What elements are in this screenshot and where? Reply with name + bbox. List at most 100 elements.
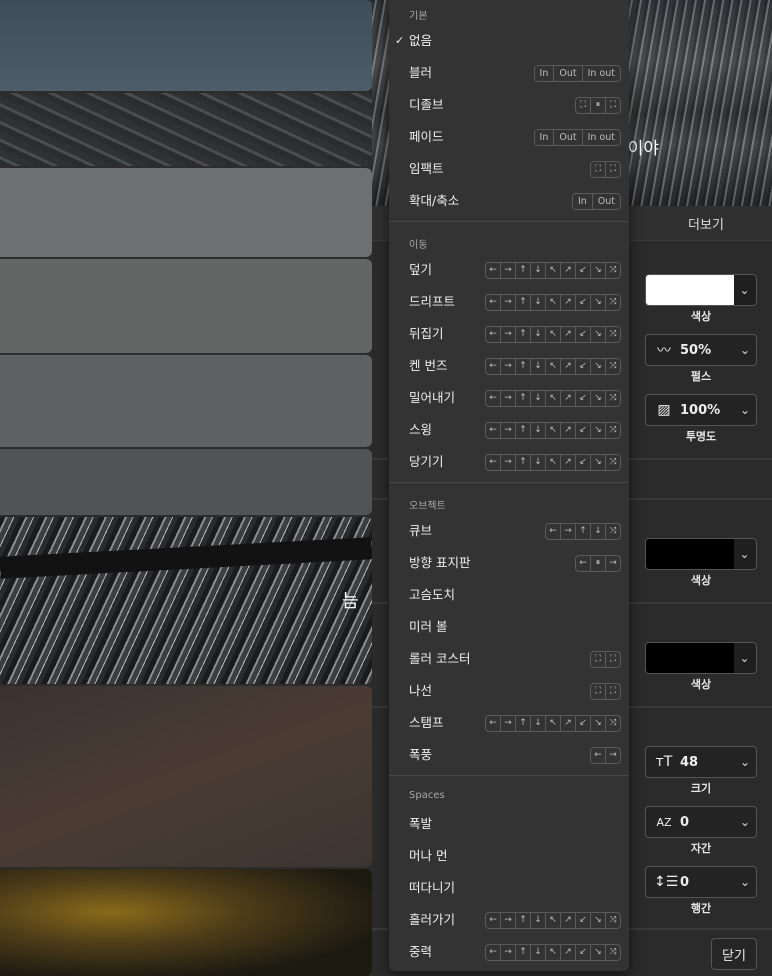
shuffle-icon[interactable]: ⤨ bbox=[605, 913, 620, 928]
variant-button[interactable]: In out bbox=[581, 130, 620, 145]
arrow-left-icon[interactable]: ← bbox=[486, 327, 500, 342]
arrow-up-icon[interactable]: ↑ bbox=[515, 423, 530, 438]
menu-item[interactable]: 폭풍 ← → bbox=[389, 739, 629, 771]
shuffle-icon[interactable]: ⤨ bbox=[605, 327, 620, 342]
pause-icon[interactable]: ⏸ bbox=[590, 556, 605, 571]
menu-item[interactable]: 켄 번즈 ← → ↑ ↓ ↖ ↗ ↙ ↘ ⤨ bbox=[389, 350, 629, 382]
menu-item[interactable]: 덮기 ← → ↑ ↓ ↖ ↗ ↙ ↘ ⤨ bbox=[389, 254, 629, 286]
menu-item[interactable]: 머나 먼 bbox=[389, 840, 629, 872]
arrow-up-icon[interactable]: ↑ bbox=[515, 945, 530, 960]
arrow-up-left-icon[interactable]: ↖ bbox=[545, 716, 560, 731]
arrow-left-icon[interactable]: ← bbox=[576, 556, 590, 571]
arrow-up-icon[interactable]: ↑ bbox=[515, 391, 530, 406]
menu-item[interactable]: 큐브 ← → ↑ ↓ ⤨ bbox=[389, 515, 629, 547]
expand-icon[interactable]: ⛶ bbox=[591, 652, 605, 667]
arrow-up-left-icon[interactable]: ↖ bbox=[545, 945, 560, 960]
arrow-up-right-icon[interactable]: ↗ bbox=[560, 391, 575, 406]
arrow-up-right-icon[interactable]: ↗ bbox=[560, 455, 575, 470]
menu-item[interactable]: 스탬프 ← → ↑ ↓ ↖ ↗ ↙ ↘ ⤨ bbox=[389, 707, 629, 739]
slide-thumb-7[interactable]: 늠 bbox=[0, 517, 372, 684]
menu-item[interactable]: 고슴도치 bbox=[389, 579, 629, 611]
color-picker-1[interactable]: ⌄ bbox=[645, 274, 757, 306]
shuffle-icon[interactable]: ⤨ bbox=[605, 391, 620, 406]
tab-more[interactable]: 더보기 bbox=[640, 206, 772, 240]
menu-item[interactable]: 나선 ⛶ ⛶ bbox=[389, 675, 629, 707]
menu-item[interactable]: 떠다니기 bbox=[389, 872, 629, 904]
arrow-up-right-icon[interactable]: ↗ bbox=[560, 913, 575, 928]
arrow-right-icon[interactable]: → bbox=[560, 524, 575, 539]
menu-item[interactable]: 페이드 In Out In out bbox=[389, 121, 629, 153]
arrow-right-icon[interactable]: → bbox=[500, 455, 515, 470]
arrow-down-left-icon[interactable]: ↙ bbox=[575, 327, 590, 342]
arrow-up-left-icon[interactable]: ↖ bbox=[545, 263, 560, 278]
arrow-left-icon[interactable]: ← bbox=[486, 945, 500, 960]
arrow-down-right-icon[interactable]: ↘ bbox=[590, 423, 605, 438]
variant-button[interactable]: In bbox=[535, 130, 554, 145]
arrow-up-right-icon[interactable]: ↗ bbox=[560, 945, 575, 960]
arrow-up-left-icon[interactable]: ↖ bbox=[545, 327, 560, 342]
arrow-down-icon[interactable]: ↓ bbox=[530, 263, 545, 278]
arrow-up-right-icon[interactable]: ↗ bbox=[560, 263, 575, 278]
arrow-right-icon[interactable]: → bbox=[500, 391, 515, 406]
arrow-up-left-icon[interactable]: ↖ bbox=[545, 455, 560, 470]
arrow-down-left-icon[interactable]: ↙ bbox=[575, 391, 590, 406]
arrow-left-icon[interactable]: ← bbox=[486, 423, 500, 438]
menu-item[interactable]: 방향 표지판 ← ⏸ → bbox=[389, 547, 629, 579]
shuffle-icon[interactable]: ⤨ bbox=[605, 945, 620, 960]
arrow-down-right-icon[interactable]: ↘ bbox=[590, 716, 605, 731]
shuffle-icon[interactable]: ⤨ bbox=[605, 423, 620, 438]
arrow-right-icon[interactable]: → bbox=[605, 748, 620, 763]
arrow-up-left-icon[interactable]: ↖ bbox=[545, 295, 560, 310]
menu-item[interactable]: ✓ 없음 bbox=[389, 25, 629, 57]
menu-item[interactable]: 임팩트 ⛶ ⛶ bbox=[389, 153, 629, 185]
menu-item[interactable]: 롤러 코스터 ⛶ ⛶ bbox=[389, 643, 629, 675]
arrow-up-left-icon[interactable]: ↖ bbox=[545, 359, 560, 374]
arrow-down-icon[interactable]: ↓ bbox=[530, 391, 545, 406]
arrow-left-icon[interactable]: ← bbox=[486, 391, 500, 406]
expand-icon[interactable]: ⛶ bbox=[605, 684, 620, 699]
slide-thumb-1[interactable] bbox=[0, 0, 372, 91]
arrow-up-icon[interactable]: ↑ bbox=[515, 359, 530, 374]
slide-thumb-8[interactable] bbox=[0, 686, 372, 867]
arrow-left-icon[interactable]: ← bbox=[486, 913, 500, 928]
arrow-up-right-icon[interactable]: ↗ bbox=[560, 327, 575, 342]
menu-item[interactable]: 확대/축소 In Out bbox=[389, 185, 629, 217]
pause-icon[interactable]: ⏸ bbox=[590, 98, 605, 113]
arrow-down-icon[interactable]: ↓ bbox=[590, 524, 605, 539]
arrow-down-icon[interactable]: ↓ bbox=[530, 716, 545, 731]
arrow-up-right-icon[interactable]: ↗ bbox=[560, 359, 575, 374]
shuffle-icon[interactable]: ⤨ bbox=[605, 295, 620, 310]
slide-thumb-6[interactable] bbox=[0, 449, 372, 515]
arrow-up-icon[interactable]: ↑ bbox=[515, 455, 530, 470]
arrow-right-icon[interactable]: → bbox=[500, 263, 515, 278]
arrow-left-icon[interactable]: ← bbox=[486, 455, 500, 470]
expand-icon[interactable]: ⛶ bbox=[591, 684, 605, 699]
close-button[interactable]: 닫기 bbox=[711, 938, 757, 970]
arrow-right-icon[interactable]: → bbox=[500, 913, 515, 928]
arrow-down-left-icon[interactable]: ↙ bbox=[575, 423, 590, 438]
variant-button[interactable]: In bbox=[535, 66, 554, 81]
color-picker-2[interactable]: ⌄ bbox=[645, 538, 757, 570]
arrow-up-icon[interactable]: ↑ bbox=[575, 524, 590, 539]
arrow-up-left-icon[interactable]: ↖ bbox=[545, 423, 560, 438]
arrow-up-right-icon[interactable]: ↗ bbox=[560, 423, 575, 438]
menu-item[interactable]: 미러 볼 bbox=[389, 611, 629, 643]
arrow-down-left-icon[interactable]: ↙ bbox=[575, 945, 590, 960]
arrow-down-right-icon[interactable]: ↘ bbox=[590, 295, 605, 310]
arrow-left-icon[interactable]: ← bbox=[591, 748, 605, 763]
arrow-left-icon[interactable]: ← bbox=[486, 716, 500, 731]
menu-item[interactable]: 드리프트 ← → ↑ ↓ ↖ ↗ ↙ ↘ ⤨ bbox=[389, 286, 629, 318]
arrow-down-icon[interactable]: ↓ bbox=[530, 327, 545, 342]
expand-icon[interactable]: ⛶ bbox=[591, 162, 605, 177]
shuffle-icon[interactable]: ⤨ bbox=[605, 359, 620, 374]
menu-item[interactable]: 블러 In Out In out bbox=[389, 57, 629, 89]
arrow-right-icon[interactable]: → bbox=[500, 327, 515, 342]
variant-button[interactable]: In out bbox=[581, 66, 620, 81]
slide-thumb-5[interactable] bbox=[0, 355, 372, 447]
arrow-down-left-icon[interactable]: ↙ bbox=[575, 716, 590, 731]
slide-thumb-3[interactable] bbox=[0, 168, 372, 257]
expand-icon[interactable]: ⛶ bbox=[605, 162, 620, 177]
menu-item[interactable]: 폭발 bbox=[389, 808, 629, 840]
arrow-down-left-icon[interactable]: ↙ bbox=[575, 263, 590, 278]
arrow-right-icon[interactable]: → bbox=[500, 423, 515, 438]
